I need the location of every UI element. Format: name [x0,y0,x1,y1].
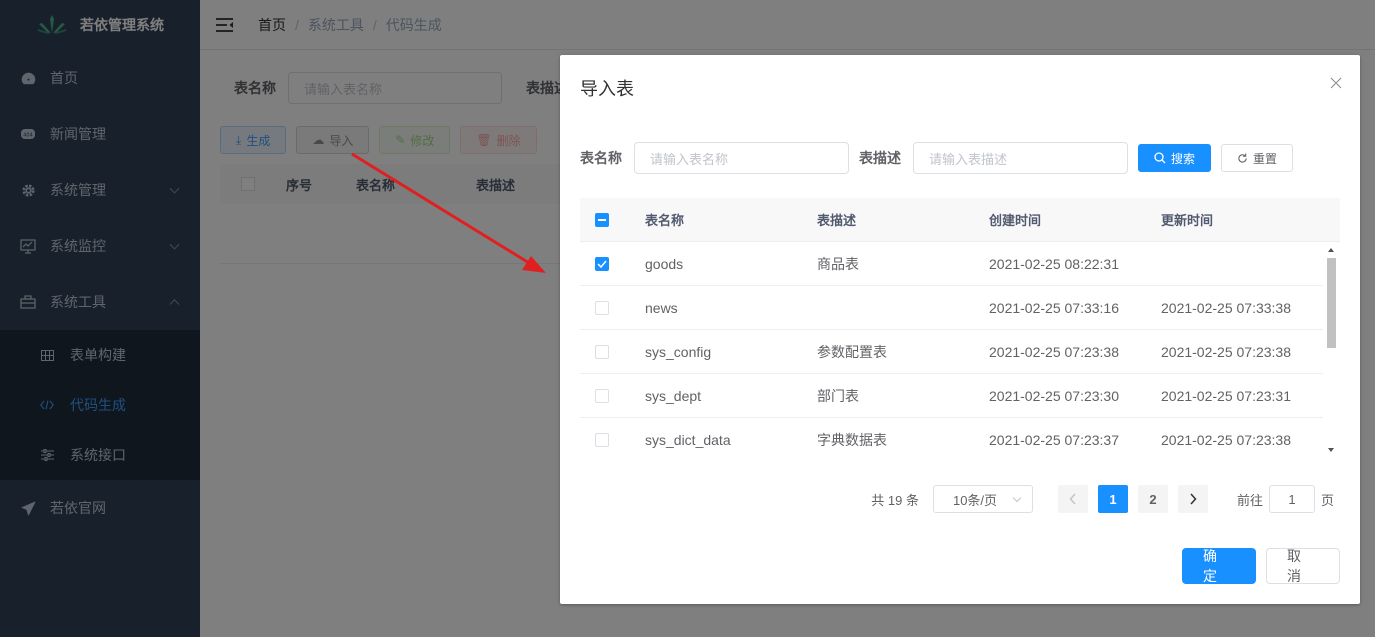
table-scrollbar[interactable] [1323,242,1340,458]
select-all-checkbox[interactable] [580,212,624,227]
chevron-left-icon [1069,493,1076,505]
goto-prefix: 前往 [1236,492,1263,508]
cell-table-name: sys_dept [645,387,702,404]
chevron-right-icon [1190,493,1197,505]
search-button[interactable]: 搜索 [1138,144,1212,172]
col-table-name: 表名称 [645,213,685,228]
cell-table-name: goods [645,255,684,272]
cell-table-name: sys_dict_data [645,431,731,448]
table-desc-label: 表描述 [859,150,901,166]
table-row[interactable]: sys_dept 部门表 2021-02-25 07:23:30 2021-02… [580,374,1323,418]
cell-created: 2021-02-25 07:33:16 [989,299,1119,316]
cancel-button[interactable]: 取 消 [1266,548,1340,584]
cell-table-desc: 部门表 [817,387,859,404]
cell-table-desc: 字典数据表 [817,431,887,448]
prev-page-button[interactable] [1057,485,1088,513]
confirm-button[interactable]: 确 定 [1182,548,1256,584]
table-row[interactable]: sys_dict_data 字典数据表 2021-02-25 07:23:37 … [580,418,1323,458]
pagination: 共 19 条 10条/页 1 2 前往 1 页 [871,485,1334,513]
row-checkbox[interactable] [580,388,624,403]
table-row[interactable]: goods 商品表 2021-02-25 08:22:31 [580,242,1323,286]
row-checkbox[interactable] [580,300,624,315]
cell-created: 2021-02-25 07:23:38 [989,343,1119,360]
scroll-up-icon[interactable] [1328,248,1334,252]
cell-table-name: sys_config [645,343,712,360]
table-body: goods 商品表 2021-02-25 08:22:31 news 2021-… [580,242,1323,458]
table-header: 表名称 表描述 创建时间 更新时间 [580,198,1340,242]
page-size-value: 10条/页 [952,492,998,508]
page-size-select[interactable]: 10条/页 [932,485,1033,513]
checkmark-icon [595,256,609,271]
goto-page-input[interactable]: 1 [1268,485,1315,513]
search-icon [1154,152,1166,164]
table-name-input[interactable]: 请输入表名称 [634,142,849,174]
reset-button[interactable]: 重置 [1221,144,1294,172]
table-desc-input[interactable]: 请输入表描述 [913,142,1128,174]
cell-updated: 2021-02-25 07:23:31 [1161,387,1291,404]
page-jumper: 前往 1 页 [1237,485,1334,513]
reset-button-label: 重置 [1253,151,1278,166]
goto-suffix: 页 [1320,492,1334,508]
chevron-down-icon [1012,493,1022,503]
dialog-search-form: 表名称 请输入表名称 表描述 请输入表描述 搜索 重置 [580,142,1294,174]
col-created: 创建时间 [989,213,1042,228]
scroll-down-icon[interactable] [1328,448,1334,452]
cell-created: 2021-02-25 08:22:31 [989,255,1119,272]
next-page-button[interactable] [1177,485,1208,513]
row-checkbox[interactable] [580,432,624,447]
cell-table-desc: 参数配置表 [817,343,887,360]
dialog-title: 导入表 [580,79,634,99]
import-table-dialog: 导入表 表名称 请输入表名称 表描述 请输入表描述 搜索 重置 表名称 表描述 … [560,55,1360,604]
close-icon[interactable] [1328,75,1344,91]
table-row[interactable]: news 2021-02-25 07:33:16 2021-02-25 07:3… [580,286,1323,330]
page-1-button[interactable]: 1 [1097,485,1128,513]
import-table: 表名称 表描述 创建时间 更新时间 goods 商品表 2021-02-25 0… [580,198,1340,458]
cell-updated: 2021-02-25 07:33:38 [1161,299,1291,316]
table-name-label: 表名称 [580,150,622,166]
scrollbar-thumb[interactable] [1327,258,1336,348]
cell-updated: 2021-02-25 07:23:38 [1161,431,1291,448]
dialog-footer: 确 定 取 消 [1182,548,1340,584]
search-button-label: 搜索 [1171,151,1196,166]
cell-updated: 2021-02-25 07:23:38 [1161,343,1291,360]
row-checkbox[interactable] [580,256,624,271]
row-checkbox[interactable] [580,344,624,359]
page-2-button[interactable]: 2 [1137,485,1168,513]
table-row[interactable]: sys_config 参数配置表 2021-02-25 07:23:38 202… [580,330,1323,374]
cell-table-desc: 商品表 [817,255,859,272]
col-updated: 更新时间 [1161,213,1214,228]
refresh-icon [1238,152,1247,163]
cell-created: 2021-02-25 07:23:37 [989,431,1119,448]
cell-table-name: news [645,299,678,316]
pagination-total: 共 19 条 [871,492,919,508]
indeterminate-checkbox [595,212,609,227]
cell-created: 2021-02-25 07:23:30 [989,387,1119,404]
col-table-desc: 表描述 [817,213,857,228]
